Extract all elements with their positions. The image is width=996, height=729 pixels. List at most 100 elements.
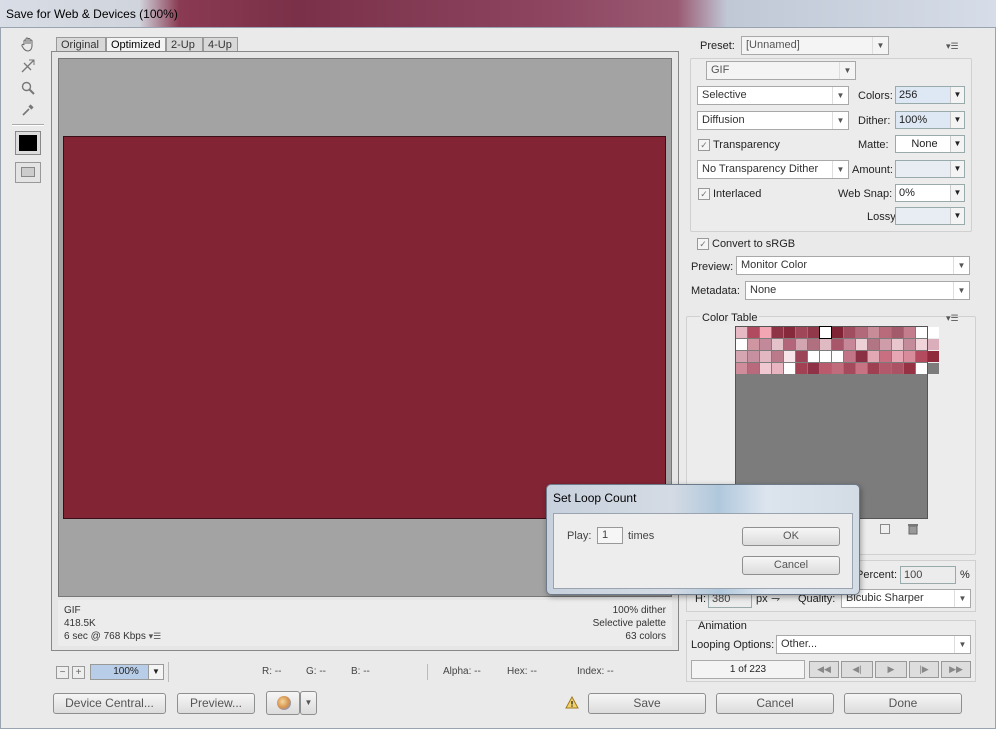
- tab-4-up[interactable]: 4-Up: [203, 37, 238, 52]
- color-swatch[interactable]: [844, 351, 855, 362]
- color-swatch[interactable]: [820, 339, 831, 350]
- amount-field[interactable]: ▼: [895, 160, 965, 178]
- metadata-dropdown[interactable]: None ▼: [745, 281, 970, 300]
- format-dropdown[interactable]: GIF ▼: [706, 61, 856, 80]
- web-snap-field[interactable]: 0% ▼: [895, 184, 965, 202]
- color-swatch[interactable]: [856, 363, 867, 374]
- next-frame-icon[interactable]: |▶: [909, 661, 939, 678]
- color-swatch[interactable]: [892, 327, 903, 338]
- color-swatch[interactable]: [784, 327, 795, 338]
- color-swatch[interactable]: [832, 327, 843, 338]
- color-swatch[interactable]: [808, 339, 819, 350]
- play-icon[interactable]: ▶: [875, 661, 907, 678]
- color-swatch[interactable]: [796, 351, 807, 362]
- trash-icon[interactable]: [908, 523, 918, 535]
- color-swatch[interactable]: [904, 339, 915, 350]
- color-swatch[interactable]: [760, 351, 771, 362]
- preview-color-dropdown[interactable]: Monitor Color ▼: [736, 256, 970, 275]
- previous-frame-icon[interactable]: ◀|: [841, 661, 873, 678]
- color-swatch[interactable]: [808, 327, 819, 338]
- color-swatch[interactable]: [892, 351, 903, 362]
- color-swatch[interactable]: [808, 351, 819, 362]
- dither-algorithm-dropdown[interactable]: Diffusion ▼: [697, 111, 849, 130]
- preview-button[interactable]: Preview...: [177, 693, 255, 714]
- tab-original[interactable]: Original: [56, 37, 106, 52]
- color-swatch[interactable]: [904, 351, 915, 362]
- color-swatch[interactable]: [880, 339, 891, 350]
- color-swatch[interactable]: [892, 339, 903, 350]
- dialog-cancel-button[interactable]: Cancel: [742, 556, 840, 575]
- download-speed-menu-icon[interactable]: ▾☰: [149, 631, 162, 641]
- transparency-checkbox[interactable]: ✓: [698, 139, 710, 151]
- color-swatch[interactable]: [844, 327, 855, 338]
- color-swatch[interactable]: [916, 351, 927, 362]
- color-swatch[interactable]: [748, 327, 759, 338]
- zoom-dropdown-arrow-icon[interactable]: ▼: [148, 664, 164, 680]
- convert-srgb-checkbox[interactable]: ✓: [697, 238, 709, 250]
- color-swatch[interactable]: [856, 327, 867, 338]
- new-color-icon[interactable]: [880, 524, 890, 534]
- done-button[interactable]: Done: [844, 693, 962, 714]
- preset-dropdown[interactable]: [Unnamed] ▼: [741, 36, 889, 55]
- quality-dropdown[interactable]: Bicubic Sharper ▼: [841, 589, 971, 608]
- cancel-button[interactable]: Cancel: [716, 693, 834, 714]
- optimize-menu-icon[interactable]: ▾☰: [946, 41, 959, 52]
- first-frame-icon[interactable]: ◀◀: [809, 661, 839, 678]
- color-swatch[interactable]: [928, 327, 939, 338]
- color-swatch[interactable]: [820, 363, 831, 374]
- color-swatch[interactable]: [856, 351, 867, 362]
- loop-count-field[interactable]: 1: [597, 527, 623, 544]
- color-swatch[interactable]: [928, 339, 939, 350]
- color-swatch[interactable]: [796, 339, 807, 350]
- color-swatch[interactable]: [760, 327, 771, 338]
- color-swatch[interactable]: [832, 339, 843, 350]
- color-swatch[interactable]: [868, 339, 879, 350]
- looping-options-dropdown[interactable]: Other... ▼: [776, 635, 971, 654]
- slice-select-tool-icon[interactable]: [18, 56, 38, 76]
- color-swatch[interactable]: [928, 351, 939, 362]
- matte-field[interactable]: None ▼: [895, 135, 965, 153]
- transparency-dither-dropdown[interactable]: No Transparency Dither ▼: [697, 160, 849, 179]
- color-swatch[interactable]: [904, 327, 915, 338]
- color-swatch[interactable]: [916, 339, 927, 350]
- zoom-in-button[interactable]: +: [72, 666, 85, 679]
- save-button[interactable]: Save: [588, 693, 706, 714]
- dither-field[interactable]: 100% ▼: [895, 111, 965, 129]
- color-swatch[interactable]: [736, 339, 747, 350]
- color-swatch[interactable]: [880, 363, 891, 374]
- percent-field[interactable]: 100: [900, 566, 956, 584]
- last-frame-icon[interactable]: ▶▶: [941, 661, 971, 678]
- color-swatch[interactable]: [748, 351, 759, 362]
- ok-button[interactable]: OK: [742, 527, 840, 546]
- colors-field[interactable]: 256 ▼: [895, 86, 965, 104]
- color-swatch[interactable]: [808, 363, 819, 374]
- color-swatch[interactable]: [784, 363, 795, 374]
- color-swatch[interactable]: [916, 327, 927, 338]
- color-swatch[interactable]: [820, 351, 831, 362]
- color-swatch[interactable]: [760, 339, 771, 350]
- color-swatch[interactable]: [868, 327, 879, 338]
- color-swatch[interactable]: [868, 363, 879, 374]
- color-swatch[interactable]: [772, 339, 783, 350]
- color-swatch[interactable]: [736, 327, 747, 338]
- color-swatch[interactable]: [748, 363, 759, 374]
- color-swatch[interactable]: [916, 363, 927, 374]
- color-swatch[interactable]: [868, 351, 879, 362]
- device-central-button[interactable]: Device Central...: [53, 693, 166, 714]
- color-swatch[interactable]: [892, 363, 903, 374]
- color-swatch[interactable]: [772, 363, 783, 374]
- color-swatch[interactable]: [819, 326, 832, 339]
- browser-preview-button[interactable]: [266, 691, 300, 715]
- eyedropper-color-icon[interactable]: [15, 131, 41, 155]
- color-swatch[interactable]: [904, 363, 915, 374]
- color-swatch[interactable]: [856, 339, 867, 350]
- color-swatch[interactable]: [784, 339, 795, 350]
- eyedropper-tool-icon[interactable]: [18, 100, 38, 120]
- color-swatch[interactable]: [844, 339, 855, 350]
- interlaced-checkbox[interactable]: ✓: [698, 188, 710, 200]
- toggle-slices-icon[interactable]: [15, 162, 41, 183]
- color-swatch[interactable]: [928, 363, 939, 374]
- color-table-menu-icon[interactable]: ▾☰: [946, 313, 959, 324]
- color-swatch[interactable]: [772, 327, 783, 338]
- color-swatch[interactable]: [796, 327, 807, 338]
